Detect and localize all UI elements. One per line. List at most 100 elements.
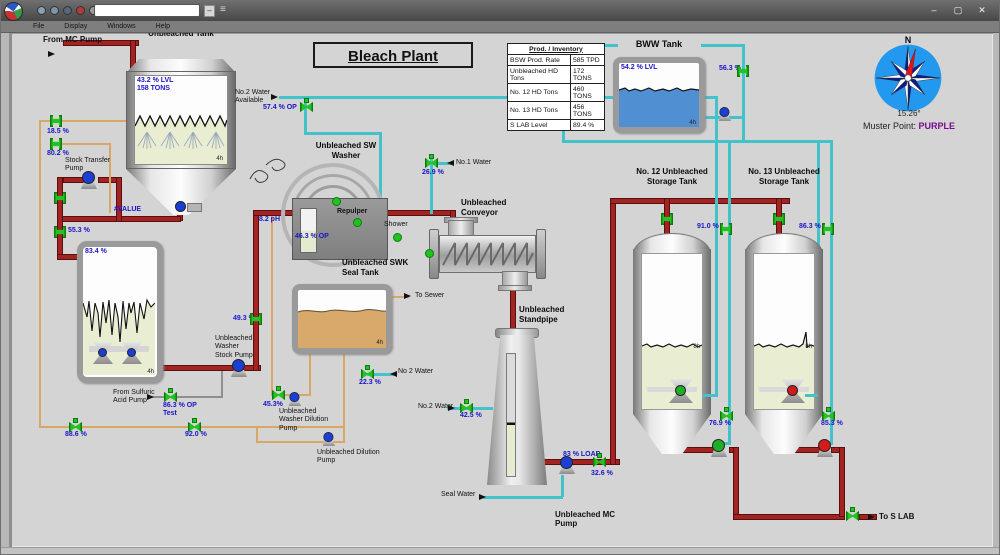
flow-arrow-icon [479,494,486,500]
seal-tank-trend[interactable]: 4h [292,284,392,354]
valve-80-2[interactable] [50,138,63,150]
unbleached-mc-pump[interactable] [557,456,577,474]
fiber-icon [244,149,292,189]
valve-22-3[interactable] [361,367,374,379]
valve-sulfuric-acid[interactable] [164,390,177,402]
toolbar-button-forward[interactable] [50,6,59,15]
menu-help[interactable]: Help [156,23,170,30]
pipe-red [253,210,259,371]
pipe-red [610,198,790,204]
valve-tank12-inlet[interactable] [661,213,674,225]
stock-transfer-pump[interactable] [79,171,99,189]
valve-stock-line[interactable] [54,192,67,204]
toolbar-input[interactable] [94,4,200,17]
no12-discharge-pump[interactable] [709,439,729,457]
flow-arrow-icon [447,160,454,166]
conveyor-body [439,235,536,273]
bww-tank-trend[interactable]: 54.2 % LVL 4h [613,57,705,133]
pipe-cyan [701,44,745,47]
toolbar-button-record[interactable] [76,6,85,15]
pipe-tan [256,426,258,442]
pipe-red [610,198,616,465]
valve-32-6[interactable] [593,455,606,467]
valve-26-9[interactable] [425,156,438,168]
app-logo-icon [4,2,23,21]
storage-tank-12-title: No. 12 Unbleached Storage Tank [622,167,722,186]
valve-tank13-inlet[interactable] [773,213,786,225]
valve-49-3[interactable] [250,313,263,325]
toolbar-button-home[interactable] [63,6,72,15]
no13-discharge-pump[interactable] [815,439,835,457]
label-32-6: 32.6 % [591,470,613,478]
toolbar-button-back[interactable] [37,6,46,15]
close-button[interactable]: ✕ [973,3,991,17]
table-header-row: Prod. / Inventory [508,44,605,55]
pipe-tan [39,121,41,428]
label-no-2-water: No 2 Water [398,368,433,376]
pipe-cyan [715,96,718,397]
label-85-3: 85.3 % [821,420,843,428]
unbleached-tank-agitator-status[interactable] [175,201,186,212]
valve-56-3[interactable] [737,65,750,77]
valve-76-9[interactable] [720,409,733,421]
menu-file[interactable]: File [33,23,44,30]
valve-to-s-lab[interactable] [846,509,859,521]
flow-arrow-icon [271,94,278,100]
stock-tank-trend[interactable]: 83.4 % 4h [77,241,163,383]
flow-arrow-icon [868,514,875,520]
indicator-dot [332,197,341,206]
menu-display[interactable]: Display [64,23,87,30]
standpipe-body [487,335,547,485]
compass-north-label: N [901,35,915,46]
valve-92-0[interactable] [188,420,201,432]
valve-91-0[interactable] [720,223,733,235]
menu-windows[interactable]: Windows [107,23,135,30]
muster-point: Muster Point: PURPLE [844,121,974,131]
toolbar-menu-icon[interactable]: ≡ [220,4,226,15]
storage-12-agitator-status[interactable] [675,385,686,396]
label-86-3-op-test: 86.3 % OP Test [163,402,197,419]
unbleached-tank-tons: 158 TONS [137,85,170,92]
washer-dilution-pump[interactable] [287,392,303,406]
bww-pump[interactable] [717,107,733,121]
label-unbleached-mc-pump: Unbleached MC Pump [555,510,615,529]
toolbar-minor-button[interactable]: – [204,5,215,17]
unbleached-tank-outlet [187,203,202,212]
valve-57-4[interactable] [300,100,313,112]
pipe-cyan [562,140,833,143]
bww-tank-title: BWW Tank [616,39,702,50]
standpipe-title: Unbleached Standpipe [519,305,564,324]
valve-85-3[interactable] [822,409,835,421]
stock-tank-trend-window: 4h [147,369,154,375]
page-title: Bleach Plant [313,42,473,68]
valve-45-3[interactable] [272,388,285,400]
valve-88-6[interactable] [69,420,82,432]
bww-trend-window: 4h [689,120,696,126]
valve-18-5[interactable] [50,115,63,127]
label-seal-water: Seal Water [441,491,475,499]
unbleached-washer-stock-pump[interactable] [229,359,249,377]
muster-point-value: PURPLE [919,121,956,131]
storage-13-agitator-status[interactable] [787,385,798,396]
label-shower: Shower [384,221,408,229]
label-unbleached-dilution-pump: Unbleached Dilution Pump [317,449,380,466]
valve-55-3[interactable] [54,226,67,238]
table-row: No. 12 HD Tons460 TONS [508,84,605,102]
unbleached-tank-trend[interactable]: 43.2 % LVL 158 TONS 4h [134,75,228,165]
label-no-2-water-available: No.2 Water Available [235,89,270,106]
label-55-3: 55.3 % [68,227,90,235]
washer-title: Unbleached SW Washer [296,141,396,160]
stock-agitator-status-2[interactable] [127,348,136,357]
pipe-tan [271,216,273,396]
pipe-cyan [805,394,818,397]
conveyor-flange-right [536,229,546,279]
valve-86-3[interactable] [822,223,835,235]
pipe-cyan [703,394,716,397]
valve-42-5[interactable] [460,401,473,413]
standpipe-sight-glass[interactable] [506,353,516,477]
compass-bearing: 15.26° [889,109,929,118]
unbleached-dilution-pump[interactable] [321,432,337,446]
minimize-button[interactable]: – [925,3,943,17]
maximize-button[interactable]: ▢ [949,3,967,17]
stock-agitator-status-1[interactable] [98,348,107,357]
